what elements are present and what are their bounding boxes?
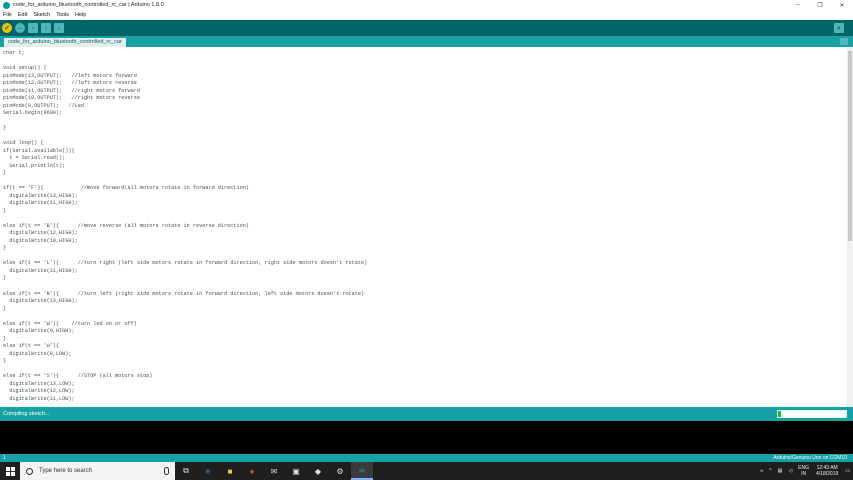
volume-icon[interactable]: ◁: [788, 468, 792, 474]
people-icon[interactable]: ⍲: [760, 468, 763, 474]
notifications-icon[interactable]: ▭: [845, 468, 850, 474]
task-view-icon[interactable]: ⧉: [175, 462, 197, 480]
check-icon: ✓: [4, 24, 10, 32]
upload-button[interactable]: →: [15, 23, 25, 33]
maximize-button[interactable]: ❐: [809, 2, 831, 9]
compile-progress-bar: [777, 410, 847, 418]
arrow-up-icon: ↑: [44, 24, 48, 32]
progress-fill: [778, 411, 782, 417]
windows-icon: [5, 466, 15, 476]
menu-file[interactable]: File: [3, 12, 12, 18]
settings-icon[interactable]: ⚙: [329, 462, 351, 480]
arrow-right-icon: →: [16, 24, 24, 32]
language-indicator[interactable]: ENG IN: [798, 465, 809, 477]
file-explorer-icon[interactable]: ■: [219, 462, 241, 480]
menu-edit[interactable]: Edit: [18, 12, 27, 18]
taskbar-search[interactable]: Type here to search: [20, 462, 175, 480]
arduino-icon[interactable]: ∞: [351, 462, 373, 480]
edge-icon[interactable]: e: [197, 462, 219, 480]
arduino-app-icon: [3, 1, 10, 9]
arrow-down-icon: ↓: [57, 24, 61, 32]
menu-tools[interactable]: Tools: [56, 12, 69, 18]
taskbar: Type here to search ⧉ e ■ ● ✉ ▣ ◆ ⚙ ∞ ⍲ …: [0, 462, 853, 480]
system-tray: ⍲ ^ ▤ ◁ ENG IN 12:43 AM 4/18/2019 ▭: [757, 462, 853, 480]
window-title: code_for_arduino_bluetooth_controlled_rc…: [13, 2, 164, 8]
microphone-icon[interactable]: [164, 467, 169, 475]
menu-help[interactable]: Help: [75, 12, 86, 18]
tab-bar: code_for_arduino_bluetooth_controlled_rc…: [0, 36, 853, 47]
chrome-icon[interactable]: ●: [241, 462, 263, 480]
store-icon[interactable]: ▣: [285, 462, 307, 480]
status-bar: Compiling sketch...: [0, 407, 853, 421]
toolbar: ✓ → ▫ ↑ ↓ ⌕: [0, 20, 853, 36]
tab-menu-button[interactable]: [840, 38, 848, 45]
footer-bar: 1 Arduino/Genuino Uno on COM10: [0, 454, 853, 462]
start-button[interactable]: [0, 462, 20, 480]
scrollbar-thumb[interactable]: [848, 51, 852, 241]
close-button[interactable]: ✕: [831, 2, 853, 9]
new-file-icon: ▫: [31, 24, 35, 32]
open-button[interactable]: ↑: [41, 23, 51, 33]
status-text: Compiling sketch...: [3, 411, 50, 417]
code-editor[interactable]: char t; void setup() { pinMode(13,OUTPUT…: [0, 47, 853, 407]
clock[interactable]: 12:43 AM 4/18/2019: [816, 465, 838, 477]
board-info: Arduino/Genuino Uno on COM10: [773, 455, 847, 461]
line-number: 1: [3, 455, 6, 461]
network-icon[interactable]: ▤: [778, 468, 783, 474]
magnifier-icon: ⌕: [837, 24, 841, 32]
code-text[interactable]: char t; void setup() { pinMode(13,OUTPUT…: [3, 50, 367, 403]
title-bar: code_for_arduino_bluetooth_controlled_rc…: [0, 0, 853, 10]
minimize-button[interactable]: –: [787, 2, 809, 8]
console-output[interactable]: [0, 421, 853, 454]
menu-bar: File Edit Sketch Tools Help: [0, 10, 853, 20]
cortana-icon: [26, 467, 33, 475]
verify-button[interactable]: ✓: [2, 23, 12, 33]
mail-icon[interactable]: ✉: [263, 462, 285, 480]
new-button[interactable]: ▫: [28, 23, 38, 33]
app-icon[interactable]: ◆: [307, 462, 329, 480]
serial-monitor-button[interactable]: ⌕: [834, 23, 844, 33]
chevron-up-icon[interactable]: ^: [769, 468, 771, 474]
tab-sketch[interactable]: code_for_arduino_bluetooth_controlled_rc…: [4, 38, 126, 47]
menu-sketch[interactable]: Sketch: [33, 12, 50, 18]
vertical-scrollbar[interactable]: [847, 47, 853, 407]
save-button[interactable]: ↓: [54, 23, 64, 33]
search-placeholder: Type here to search: [39, 468, 93, 474]
